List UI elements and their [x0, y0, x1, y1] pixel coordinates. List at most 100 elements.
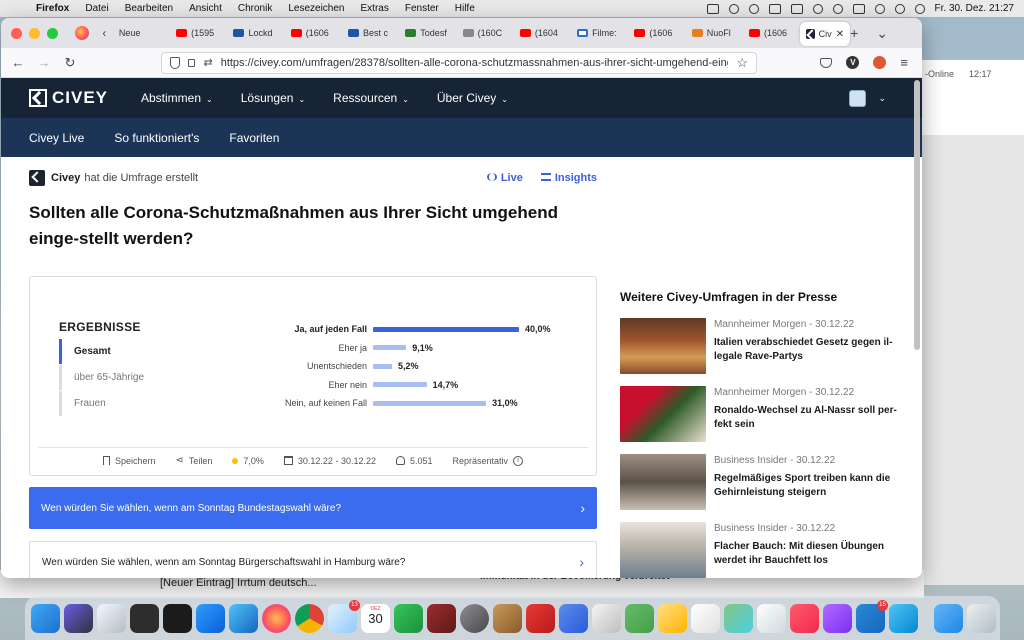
menu-extras[interactable]: Extras: [353, 3, 397, 14]
page-viewport[interactable]: CIVEY Abstimmen ⌄ Lösungen ⌄ Ressourcen ⌄ Ü…: [1, 78, 922, 578]
press-item[interactable]: Business Insider - 30.12.22 Regelmäßiges…: [620, 454, 900, 510]
menu-bearbeiten[interactable]: Bearbeiten: [117, 3, 181, 14]
save-button[interactable]: Speichern: [102, 456, 155, 466]
tab-stunk[interactable]: (160C: [457, 18, 514, 48]
podcasts-icon[interactable]: [823, 603, 852, 633]
menu-hilfe[interactable]: Hilfe: [447, 3, 483, 14]
mission-control-icon[interactable]: [130, 603, 159, 633]
nav-abstimmen[interactable]: Abstimmen ⌄: [141, 91, 213, 105]
subnav-civey-live[interactable]: Civey Live: [29, 131, 84, 145]
trash-icon[interactable]: [967, 603, 996, 633]
close-window-button[interactable]: [11, 27, 22, 39]
subnav-so-funktionierts[interactable]: So funktioniert's: [114, 131, 199, 145]
url-text[interactable]: https://civey.com/umfragen/28378/sollten…: [221, 57, 729, 69]
filter-frauen[interactable]: Frauen: [59, 391, 144, 416]
menu-chronik[interactable]: Chronik: [230, 3, 280, 14]
archive-utility-icon[interactable]: [493, 603, 522, 633]
tab-youtube[interactable]: (1606: [285, 18, 342, 48]
tab-nuofl[interactable]: NuoFl: [686, 18, 743, 48]
press-thumbnail[interactable]: [620, 386, 706, 442]
openoffice-icon[interactable]: [559, 603, 588, 633]
press-headline[interactable]: Regelmäßiges Sport treiben kann die Gehi…: [714, 472, 900, 500]
tab-best[interactable]: Best c: [342, 18, 399, 48]
chrome-icon[interactable]: [295, 603, 324, 633]
press-headline[interactable]: Ronaldo-Wechsel zu Al-Nassr soll per-fek…: [714, 404, 900, 432]
poll-link-buergerschaftswahl[interactable]: Wen würden Sie wählen, wenn am Sonntag B…: [29, 541, 597, 578]
press-thumbnail[interactable]: [620, 318, 706, 374]
pages-icon[interactable]: [658, 603, 687, 633]
launchpad-icon[interactable]: [97, 603, 126, 633]
tab-scroll-left-icon[interactable]: ‹: [96, 26, 113, 40]
new-tab-icon[interactable]: +: [850, 25, 858, 42]
safari-icon[interactable]: [229, 603, 258, 633]
firefox-dock-icon[interactable]: [262, 603, 291, 633]
clock-icon[interactable]: [748, 3, 759, 14]
activity-monitor-icon[interactable]: [163, 603, 192, 633]
wifi-icon[interactable]: [832, 3, 843, 14]
telegram-icon[interactable]: 15: [856, 599, 888, 633]
siri-app-icon[interactable]: [64, 603, 93, 633]
calendar-icon[interactable]: DEZ 30: [361, 603, 390, 633]
press-headline[interactable]: Flacher Bauch: Mit diesen Übungen werdet…: [714, 540, 900, 568]
control-center-icon[interactable]: [852, 3, 865, 14]
civey-logo[interactable]: CIVEY: [29, 88, 139, 108]
tracking-protection-shield-icon[interactable]: [170, 56, 180, 69]
bluetooth-icon[interactable]: [812, 3, 823, 14]
menu-lesezeichen[interactable]: Lesezeichen: [280, 3, 352, 14]
press-thumbnail[interactable]: [620, 454, 706, 510]
lock-icon[interactable]: [187, 58, 196, 67]
app-store-icon[interactable]: [196, 603, 225, 633]
press-headline[interactable]: Italien verabschiedet Gesetz gegen il-le…: [714, 336, 900, 364]
tab-youtube[interactable]: (1606: [628, 18, 685, 48]
error-margin[interactable]: 7,0%: [232, 456, 264, 466]
mail-icon[interactable]: 13: [328, 599, 360, 633]
poll-link-bundestagswahl[interactable]: Wen würden Sie wählen, wenn am Sonntag B…: [29, 487, 597, 529]
close-tab-icon[interactable]: ✕: [836, 29, 844, 40]
nav-loesungen[interactable]: Lösungen ⌄: [241, 91, 305, 105]
tab-lockdown[interactable]: Lockd: [227, 18, 284, 48]
user-switch-icon[interactable]: [874, 3, 885, 14]
tab-youtube[interactable]: (1595: [170, 18, 227, 48]
photos-icon[interactable]: [757, 603, 786, 633]
forward-arrow-icon[interactable]: →: [31, 55, 57, 70]
tab-neue[interactable]: Neue: [113, 18, 170, 48]
battery-icon[interactable]: [790, 3, 803, 14]
creator-name[interactable]: Civey: [51, 172, 80, 184]
pdf-app-icon[interactable]: [526, 603, 555, 633]
siri-icon[interactable]: [914, 3, 925, 14]
menu-ansicht[interactable]: Ansicht: [181, 3, 230, 14]
user-menu[interactable]: ⌄: [849, 89, 922, 107]
tab-youtube[interactable]: (1604: [514, 18, 571, 48]
menu-app-firefox[interactable]: Firefox: [28, 3, 77, 14]
menu-datei[interactable]: Datei: [77, 3, 116, 14]
numbers-icon[interactable]: [625, 603, 654, 633]
live-link[interactable]: Live: [486, 172, 523, 184]
zoom-window-button[interactable]: [47, 27, 58, 39]
share-button[interactable]: ⋖ Teilen: [175, 455, 212, 466]
press-item[interactable]: Mannheimer Morgen - 30.12.22 Italien ver…: [620, 318, 900, 374]
pocket-icon[interactable]: [820, 57, 833, 68]
music-icon[interactable]: [790, 603, 819, 633]
filter-gesamt[interactable]: Gesamt: [59, 339, 144, 364]
volume-icon[interactable]: [768, 3, 781, 14]
subnav-favoriten[interactable]: Favoriten: [229, 131, 279, 145]
press-thumbnail[interactable]: [620, 522, 706, 578]
vpn-extension-icon[interactable]: V: [846, 56, 860, 69]
menubar-clock[interactable]: Fr. 30. Dez. 21:27: [935, 3, 1015, 14]
display-icon[interactable]: [706, 3, 719, 14]
duckduckgo-extension-icon[interactable]: [873, 56, 887, 69]
insights-link[interactable]: Insights: [540, 172, 597, 184]
filter-ueber-65[interactable]: über 65-Jährige: [59, 365, 144, 390]
representative-info[interactable]: Repräsentativ i: [453, 455, 524, 466]
tab-civey-active[interactable]: Civ ✕: [800, 22, 850, 46]
tab-youtube[interactable]: (1606: [743, 18, 800, 48]
facetime-icon[interactable]: [394, 603, 423, 633]
tab-filme[interactable]: Filme:: [571, 18, 628, 48]
page-scrollbar[interactable]: [914, 80, 920, 350]
back-arrow-icon[interactable]: ←: [5, 55, 31, 70]
press-item[interactable]: Mannheimer Morgen - 30.12.22 Ronaldo-Wec…: [620, 386, 900, 442]
press-item[interactable]: Business Insider - 30.12.22 Flacher Bauc…: [620, 522, 900, 578]
app-menu-icon[interactable]: ≡: [900, 55, 908, 70]
system-preferences-icon[interactable]: [460, 603, 489, 633]
finder-icon[interactable]: [31, 603, 60, 633]
